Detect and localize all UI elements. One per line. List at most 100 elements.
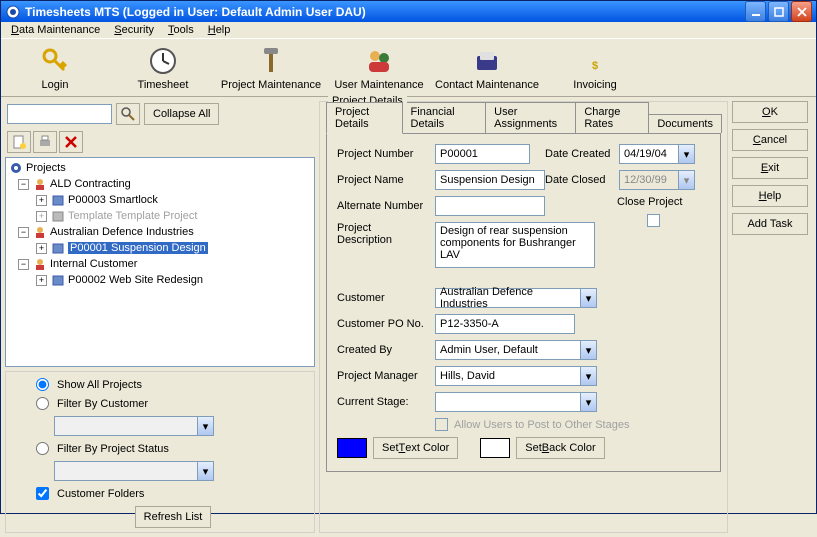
project-details-group: Project Details Project Details Financia… — [319, 101, 728, 533]
tree-node-ald[interactable]: − ALD Contracting — [8, 176, 312, 192]
tab-financial[interactable]: Financial Details — [402, 102, 487, 133]
person-icon — [33, 225, 47, 239]
ok-button[interactable]: OK — [732, 101, 808, 123]
print-button[interactable] — [33, 131, 57, 153]
allow-post-checkbox — [435, 418, 448, 431]
main-toolbar: Login Timesheet Project Maintenance User… — [1, 39, 816, 97]
label-date-closed: Date Closed — [545, 174, 613, 186]
rolodex-icon — [471, 45, 503, 77]
expand-icon[interactable]: + — [36, 243, 47, 254]
collapse-icon[interactable]: − — [18, 227, 29, 238]
tree-node-adi[interactable]: − Australian Defence Industries — [8, 224, 312, 240]
set-text-color-button[interactable]: Set Text Color — [373, 437, 458, 459]
new-button[interactable] — [7, 131, 31, 153]
collapse-all-button[interactable]: Collapse All — [144, 103, 219, 125]
pm-combo[interactable]: Hills, David▾ — [435, 366, 597, 386]
search-button[interactable] — [116, 103, 140, 125]
label-pm: Project Manager — [337, 370, 429, 382]
delete-icon — [65, 136, 77, 148]
menu-data-maintenance[interactable]: Data Maintenance — [5, 22, 106, 38]
toolbar-login[interactable]: Login — [1, 41, 109, 95]
person-icon — [33, 257, 47, 271]
tab-rates[interactable]: Charge Rates — [575, 102, 649, 133]
check-customer-folders[interactable]: Customer Folders — [36, 487, 310, 500]
tree-project-template[interactable]: + Template Template Project — [8, 208, 312, 224]
expand-icon[interactable]: + — [36, 195, 47, 206]
collapse-icon[interactable]: − — [18, 179, 29, 190]
tree-node-internal[interactable]: − Internal Customer — [8, 256, 312, 272]
chevron-down-icon: ▾ — [678, 145, 694, 163]
chevron-down-icon: ▾ — [580, 289, 596, 307]
chevron-down-icon: ▾ — [197, 417, 213, 435]
radio-show-all[interactable]: Show All Projects — [36, 378, 310, 391]
minimize-button[interactable] — [745, 1, 766, 22]
tab-users[interactable]: User Assignments — [485, 102, 576, 133]
project-tree[interactable]: Projects − ALD Contracting + P00003 Smar… — [5, 157, 315, 367]
keys-icon — [39, 45, 71, 77]
svg-text:$: $ — [592, 60, 598, 72]
toolbar-user-label: User Maintenance — [334, 79, 423, 91]
cancel-button[interactable]: Cancel — [732, 129, 808, 151]
date-created-field[interactable]: 04/19/04▾ — [619, 144, 695, 164]
filter-customer-combo[interactable]: ▾ — [54, 416, 214, 436]
tree-project-p00003[interactable]: + P00003 Smartlock — [8, 192, 312, 208]
tab-docs[interactable]: Documents — [648, 114, 722, 133]
project-number-field[interactable] — [435, 144, 530, 164]
tree-project-p00001[interactable]: + P00001 Suspension Design — [8, 240, 312, 256]
menu-help[interactable]: Help — [202, 22, 237, 38]
project-name-field[interactable] — [435, 170, 545, 190]
label-stage: Current Stage: — [337, 396, 429, 408]
customer-combo[interactable]: Australian Defence Industries▾ — [435, 288, 597, 308]
delete-button[interactable] — [59, 131, 83, 153]
toolbar-invoicing[interactable]: $ Invoicing — [541, 41, 649, 95]
filter-panel: Show All Projects Filter By Customer ▾ F… — [5, 371, 315, 533]
po-field[interactable] — [435, 314, 575, 334]
project-icon — [51, 193, 65, 207]
label-po: Customer PO No. — [337, 318, 429, 330]
refresh-list-button[interactable]: Refresh List — [135, 506, 212, 528]
radio-filter-status[interactable]: Filter By Project Status — [36, 442, 310, 455]
left-pane: Collapse All Projects − ALD Contracting — [5, 101, 315, 533]
tree-root[interactable]: Projects — [8, 160, 312, 176]
menu-bar: Data Maintenance Security Tools Help — [1, 22, 816, 39]
description-field[interactable] — [435, 222, 595, 268]
expand-icon[interactable]: + — [36, 275, 47, 286]
label-date-created: Date Created — [545, 148, 613, 160]
toolbar-timesheet-label: Timesheet — [138, 79, 189, 91]
maximize-button[interactable] — [768, 1, 789, 22]
created-by-combo[interactable]: Admin User, Default▾ — [435, 340, 597, 360]
tree-project-p00002[interactable]: + P00002 Web Site Redesign — [8, 272, 312, 288]
filter-status-combo[interactable]: ▾ — [54, 461, 214, 481]
toolbar-login-label: Login — [42, 79, 69, 91]
chevron-down-icon: ▾ — [580, 341, 596, 359]
help-button[interactable]: Help — [732, 185, 808, 207]
add-task-button[interactable]: Add Task — [732, 213, 808, 235]
alternate-number-field[interactable] — [435, 196, 545, 216]
menu-security[interactable]: Security — [108, 22, 160, 38]
app-icon — [5, 4, 21, 20]
new-doc-icon — [12, 135, 26, 149]
set-back-color-button[interactable]: Set Back Color — [516, 437, 604, 459]
menu-tools[interactable]: Tools — [162, 22, 200, 38]
toolbar-project-maintenance[interactable]: Project Maintenance — [217, 41, 325, 95]
text-color-swatch — [337, 438, 367, 458]
close-project-checkbox[interactable] — [647, 214, 660, 227]
right-button-pane: OK Cancel Exit Help Add Task — [732, 101, 812, 533]
radio-filter-customer[interactable]: Filter By Customer — [36, 397, 310, 410]
date-closed-field: 12/30/99▾ — [619, 170, 695, 190]
stage-combo[interactable]: ▾ — [435, 392, 597, 412]
expand-icon[interactable]: + — [36, 211, 47, 222]
tab-project-details[interactable]: Project Details — [326, 102, 403, 134]
toolbar-timesheet[interactable]: Timesheet — [109, 41, 217, 95]
close-button[interactable] — [791, 1, 812, 22]
toolbar-contact-maintenance[interactable]: Contact Maintenance — [433, 41, 541, 95]
chevron-down-icon: ▾ — [580, 393, 596, 411]
chevron-down-icon: ▾ — [197, 462, 213, 480]
tab-strip: Project Details Financial Details User A… — [326, 112, 721, 134]
gear-icon — [9, 161, 23, 175]
collapse-icon[interactable]: − — [18, 259, 29, 270]
exit-button[interactable]: Exit — [732, 157, 808, 179]
label-alternate-number: Alternate Number — [337, 200, 429, 212]
toolbar-user-maintenance[interactable]: User Maintenance — [325, 41, 433, 95]
search-input[interactable] — [7, 104, 112, 124]
